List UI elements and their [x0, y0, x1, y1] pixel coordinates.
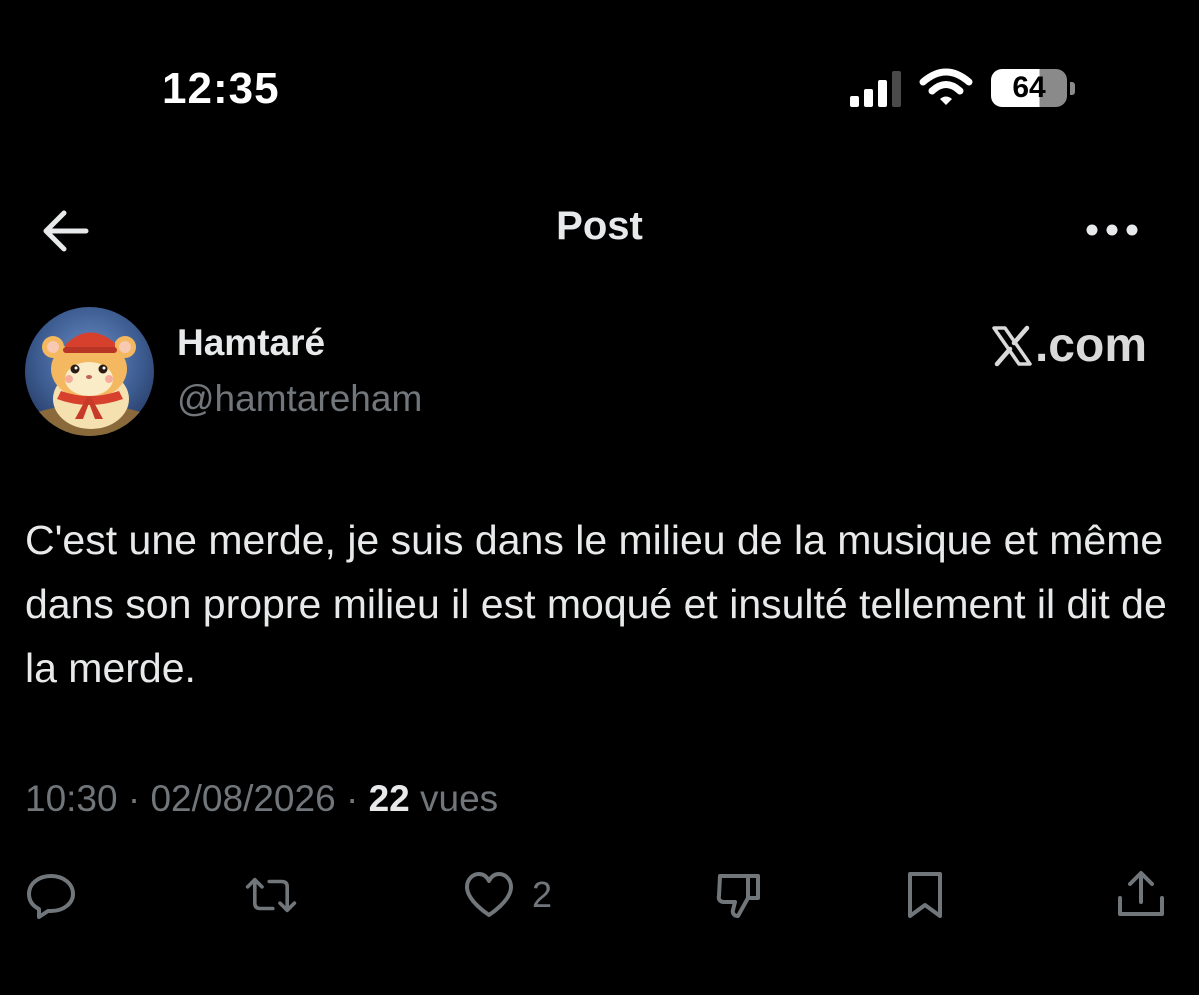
status-indicators: 64 [850, 66, 1075, 110]
more-options-icon[interactable] [1084, 218, 1140, 242]
share-icon [1118, 871, 1164, 916]
reply-button[interactable] [24, 860, 78, 930]
share-button[interactable] [1114, 860, 1168, 930]
bookmark-button[interactable] [898, 860, 952, 930]
watermark-text: .com [1034, 319, 1147, 372]
meta-separator: · [345, 778, 359, 819]
battery-icon: 64 [991, 69, 1075, 107]
cellular-signal-icon [850, 69, 901, 107]
hamster-avatar-icon [25, 307, 154, 436]
wifi-icon [919, 68, 973, 105]
tweet-time[interactable]: 10:30 [25, 778, 118, 819]
dislike-button[interactable] [712, 860, 766, 930]
repost-icon [245, 877, 297, 913]
tweet-text: C'est une merde, je suis dans le milieu … [25, 517, 1167, 691]
thumbs-down-icon [716, 874, 760, 918]
bookmark-icon [908, 872, 942, 918]
meta-separator: · [127, 778, 141, 819]
avatar[interactable] [25, 307, 154, 436]
status-time: 12:35 [162, 64, 280, 113]
battery-level: 64 [991, 69, 1067, 107]
page-title: Post [556, 204, 643, 248]
heart-icon [465, 872, 513, 917]
repost-button[interactable] [244, 860, 298, 930]
like-button[interactable]: 2 [462, 860, 552, 930]
like-count: 2 [532, 874, 553, 915]
views-label: vues [420, 778, 499, 819]
views-count: 22 [368, 778, 410, 819]
author-handle[interactable]: @hamtareham [177, 378, 422, 420]
author-display-name[interactable]: Hamtaré [177, 322, 325, 364]
x-logo-icon [992, 325, 1032, 366]
watermark: .com [991, 318, 1147, 373]
reply-icon [27, 874, 75, 919]
tweet-date[interactable]: 02/08/2026 [150, 778, 335, 819]
action-bar: 2 [0, 860, 1199, 930]
tweet-meta: 10:30 · 02/08/2026 · 22 vues [25, 778, 498, 820]
